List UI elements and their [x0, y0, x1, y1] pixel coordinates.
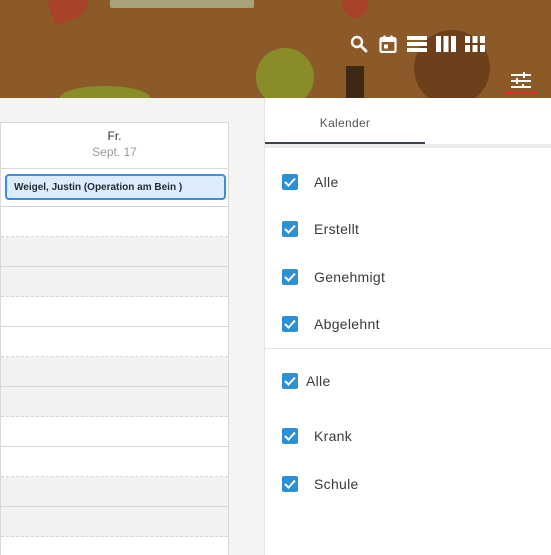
check-icon: [284, 479, 296, 489]
filter-panel: Kalender Alle Erstellt Genehmigt Abgeleh…: [264, 98, 551, 555]
time-slot[interactable]: [1, 327, 228, 357]
checkbox-label: Erstellt: [314, 221, 360, 237]
day-date: Sept. 17: [92, 145, 137, 159]
sliders-icon: [511, 72, 531, 88]
filter-active-indicator: [505, 91, 539, 94]
month-view-icon: [464, 36, 485, 52]
checkbox[interactable]: [282, 174, 298, 190]
checkbox[interactable]: [282, 221, 298, 237]
check-icon: [284, 272, 296, 282]
calendar-view: Fr. Sept. 17 Weigel, Justin (Operation a…: [0, 98, 264, 555]
checkbox-label: Alle: [306, 373, 331, 389]
filter-status-abgelehnt[interactable]: Abgelehnt: [282, 316, 380, 332]
time-slot[interactable]: [1, 357, 228, 387]
checkbox-label: Krank: [314, 428, 353, 444]
checkbox[interactable]: [282, 428, 298, 444]
decor-post: [346, 66, 364, 98]
decor-leaf: [342, 0, 368, 18]
checkbox[interactable]: [282, 316, 298, 332]
search-icon: [350, 35, 367, 53]
filter-type-alle[interactable]: Alle: [282, 373, 331, 389]
check-icon: [284, 224, 296, 234]
checkbox[interactable]: [282, 269, 298, 285]
checkbox[interactable]: [282, 373, 298, 389]
checkbox[interactable]: [282, 476, 298, 492]
week-view-button[interactable]: [431, 31, 460, 57]
filter-status-alle[interactable]: Alle: [282, 174, 339, 190]
day-name: Fr.: [107, 129, 122, 143]
check-icon: [284, 319, 296, 329]
all-day-row[interactable]: Weigel, Justin (Operation am Bein ): [1, 169, 228, 207]
view-toolbar: [344, 31, 489, 57]
tab-kalender[interactable]: Kalender: [265, 98, 425, 144]
check-icon: [284, 177, 296, 187]
filter-toggle-button[interactable]: [505, 66, 537, 94]
time-slot[interactable]: [1, 237, 228, 267]
filter-type-krank[interactable]: Krank: [282, 428, 352, 444]
time-slot[interactable]: [1, 387, 228, 417]
decor-wave: [60, 86, 150, 98]
search-button[interactable]: [344, 31, 373, 57]
header-banner: [0, 0, 551, 98]
tab-active-indicator: [265, 142, 425, 144]
checkbox-label: Abgelehnt: [314, 316, 380, 332]
month-view-button[interactable]: [460, 31, 489, 57]
calendar-event[interactable]: Weigel, Justin (Operation am Bein ): [5, 174, 226, 200]
checkbox-label: Alle: [314, 174, 339, 190]
list-view-icon: [406, 36, 427, 52]
time-slot[interactable]: [1, 477, 228, 507]
time-slot[interactable]: [1, 417, 228, 447]
time-slot[interactable]: [1, 297, 228, 327]
list-view-button[interactable]: [402, 31, 431, 57]
filter-type-schule[interactable]: Schule: [282, 476, 359, 492]
time-slot[interactable]: [1, 447, 228, 477]
checkbox-label: Genehmigt: [314, 269, 386, 285]
panel-tabs: Kalender: [265, 98, 551, 148]
decor-circle: [256, 48, 314, 98]
day-view-icon: [378, 35, 397, 53]
checkbox-label: Schule: [314, 476, 359, 492]
time-slot[interactable]: [1, 207, 228, 237]
day-header[interactable]: Fr. Sept. 17: [1, 122, 228, 169]
week-view-icon: [435, 36, 456, 52]
filter-status-erstellt[interactable]: Erstellt: [282, 221, 359, 237]
day-view-button[interactable]: [373, 31, 402, 57]
decor-bar: [110, 0, 254, 8]
check-icon: [284, 376, 296, 386]
filter-status-genehmigt[interactable]: Genehmigt: [282, 269, 385, 285]
check-icon: [284, 431, 296, 441]
section-divider: [265, 348, 551, 349]
time-slot[interactable]: [1, 507, 228, 537]
day-column: Fr. Sept. 17 Weigel, Justin (Operation a…: [0, 122, 229, 555]
decor-leaf: [43, 0, 93, 26]
time-slot[interactable]: [1, 267, 228, 297]
